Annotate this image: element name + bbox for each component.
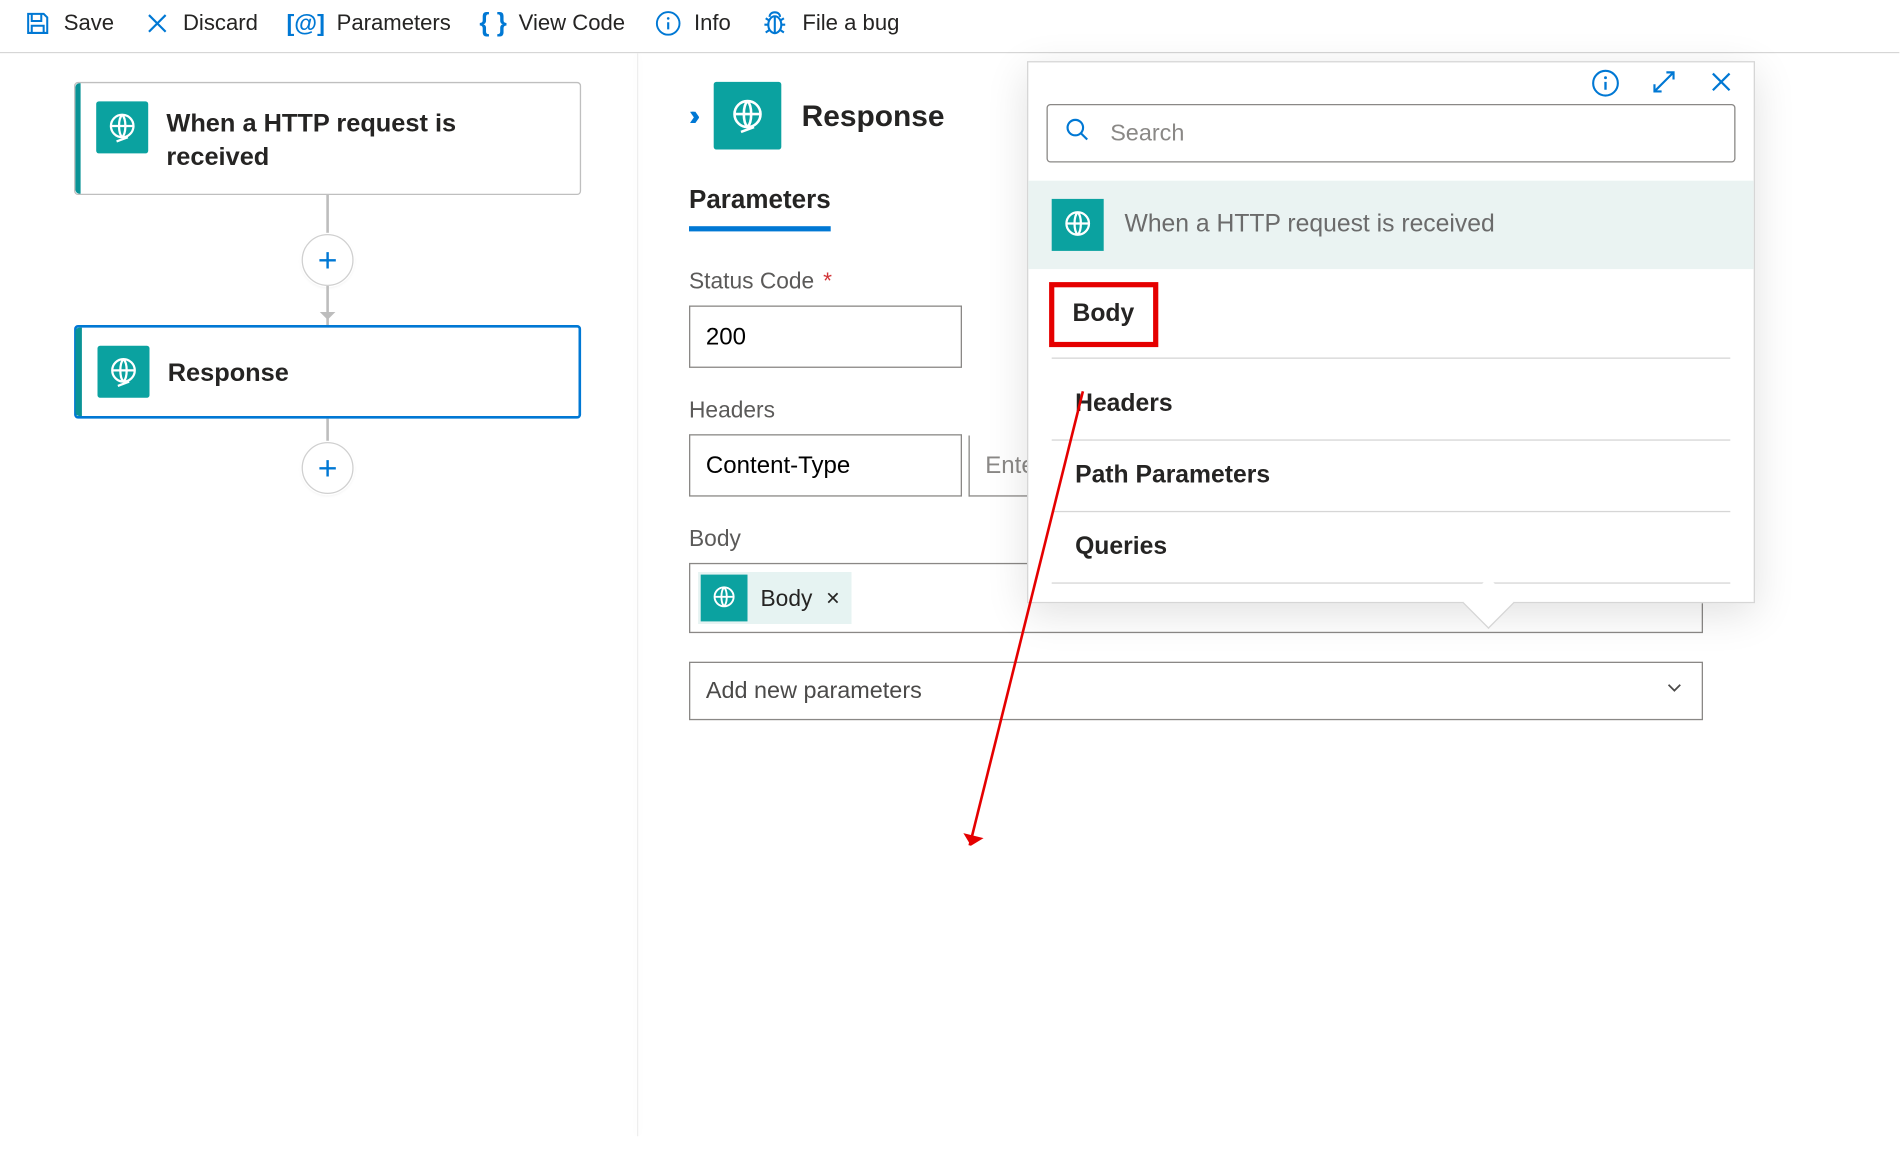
info-button[interactable]: Info	[654, 9, 731, 38]
add-step-after-button[interactable]: +	[302, 442, 354, 494]
info-icon	[654, 9, 683, 38]
dynamic-content-flyout: When a HTTP request is received Body Hea…	[1027, 61, 1755, 603]
expand-icon[interactable]	[1650, 68, 1679, 99]
info-icon[interactable]	[1590, 68, 1621, 99]
view-code-button[interactable]: { } View Code	[479, 8, 625, 38]
trigger-title: When a HTTP request is received	[166, 101, 559, 175]
bug-button[interactable]: File a bug	[759, 8, 899, 39]
http-icon	[98, 345, 150, 397]
designer-canvas: When a HTTP request is received + Respon…	[0, 53, 1899, 1136]
discard-label: Discard	[183, 10, 258, 36]
add-new-parameters-dropdown[interactable]: Add new parameters	[689, 662, 1703, 721]
flyout-item-queries[interactable]: Queries	[1052, 512, 1731, 584]
token-label: Body	[761, 584, 813, 611]
http-icon	[1052, 199, 1104, 251]
status-code-input[interactable]	[689, 306, 962, 368]
header-key-input[interactable]	[689, 434, 962, 496]
response-title: Response	[168, 345, 289, 390]
http-icon	[713, 82, 781, 150]
add-new-label: Add new parameters	[706, 677, 922, 704]
flyout-item-path-parameters[interactable]: Path Parameters	[1052, 441, 1731, 512]
add-step-button[interactable]: +	[302, 234, 354, 286]
parameters-label: Parameters	[337, 10, 451, 36]
save-button[interactable]: Save	[23, 9, 114, 38]
source-header[interactable]: When a HTTP request is received	[1028, 181, 1753, 269]
response-card[interactable]: Response	[74, 325, 581, 419]
bug-label: File a bug	[802, 10, 899, 36]
info-label: Info	[694, 10, 731, 36]
save-label: Save	[64, 10, 114, 36]
connector: +	[302, 195, 354, 325]
http-icon	[96, 101, 148, 153]
token-remove-icon[interactable]: ✕	[825, 587, 840, 609]
discard-button[interactable]: Discard	[143, 9, 258, 38]
body-token[interactable]: Body ✕	[698, 572, 851, 624]
braces-icon: { }	[479, 8, 506, 38]
source-title: When a HTTP request is received	[1125, 211, 1495, 240]
close-icon	[143, 9, 172, 38]
close-icon[interactable]	[1707, 68, 1736, 99]
workflow-column: When a HTTP request is received + Respon…	[68, 82, 588, 494]
tab-parameters[interactable]: Parameters	[689, 186, 831, 232]
flyout-item-body[interactable]: Body	[1049, 282, 1158, 347]
search-input-wrapper[interactable]	[1047, 104, 1736, 163]
chevron-down-icon	[1663, 676, 1686, 706]
trigger-card[interactable]: When a HTTP request is received	[74, 82, 581, 195]
save-icon	[23, 9, 52, 38]
designer-toolbar: Save Discard [@] Parameters { } View Cod…	[0, 0, 1899, 53]
view-code-label: View Code	[519, 10, 625, 36]
search-input[interactable]	[1108, 118, 1719, 148]
bug-icon	[759, 8, 790, 39]
http-icon	[701, 575, 748, 622]
connector-bottom: +	[302, 418, 354, 493]
parameters-icon: [@]	[286, 10, 324, 37]
search-icon	[1063, 116, 1092, 151]
panel-title: Response	[802, 98, 945, 133]
parameters-button[interactable]: [@] Parameters	[286, 10, 450, 37]
collapse-icon[interactable]: ››	[689, 99, 692, 133]
flyout-item-headers[interactable]: Headers	[1052, 369, 1731, 441]
